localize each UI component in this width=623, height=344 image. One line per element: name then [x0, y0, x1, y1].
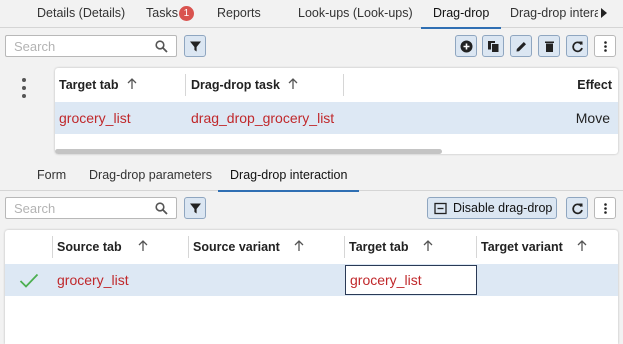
column-header-label: Target tab	[349, 240, 409, 254]
filter-button-2[interactable]	[184, 197, 206, 219]
tab-lookups[interactable]: Look-ups (Look-ups)	[298, 0, 413, 28]
refresh-button-1[interactable]	[566, 35, 588, 57]
more-options-button-2[interactable]	[594, 197, 616, 219]
edit-button[interactable]	[510, 35, 532, 57]
tab-drag-drop-interaction[interactable]: Drag-drop interac	[510, 0, 598, 28]
refresh-button-2[interactable]	[566, 197, 588, 219]
tab-details[interactable]: Details (Details)	[37, 0, 125, 28]
cell-target-tab-editor[interactable]: grocery_list	[345, 265, 477, 295]
column-divider[interactable]	[476, 236, 477, 258]
sort-up-icon	[423, 240, 432, 251]
column-divider[interactable]	[185, 74, 186, 96]
column-divider[interactable]	[52, 236, 53, 258]
search-field-2	[5, 197, 177, 219]
filter-icon	[189, 41, 201, 51]
column-header-target-tab[interactable]: Target tab	[59, 68, 137, 102]
sort-up-icon	[127, 78, 136, 89]
sort-up-icon	[294, 240, 304, 251]
add-button[interactable]	[455, 35, 477, 57]
search-field-1	[5, 35, 177, 57]
tab-tasks-label: Tasks	[146, 6, 178, 20]
drag-drop-interaction-grid: Source tab Source variant Target tab Tar…	[5, 230, 618, 344]
column-divider[interactable]	[188, 236, 189, 258]
disable-icon	[434, 202, 447, 214]
tab-reports[interactable]: Reports	[217, 0, 261, 28]
disable-drag-drop-label: Disable drag-drop	[453, 201, 553, 215]
column-header-drag-drop-task[interactable]: Drag-drop task	[191, 68, 298, 102]
cell-drag-drop-task: drag_drop_grocery_list	[191, 110, 335, 126]
search-icon[interactable]	[155, 40, 168, 53]
disable-drag-drop-button[interactable]: Disable drag-drop	[427, 197, 557, 219]
tab-drag-drop[interactable]: Drag-drop	[420, 0, 502, 29]
sort-up-icon	[288, 78, 298, 89]
tasks-count-badge: 1	[178, 6, 194, 21]
column-header-label: Target tab	[59, 78, 119, 92]
column-header-source-variant[interactable]: Source variant	[193, 230, 304, 264]
column-divider[interactable]	[343, 74, 344, 96]
drag-drop-grid: Target tab Drag-drop task Effect grocery…	[55, 68, 618, 154]
column-header-label: Target variant	[481, 240, 563, 254]
column-header-target-tab-2[interactable]: Target tab	[349, 230, 433, 264]
more-vertical-icon	[603, 202, 607, 214]
top-tab-bar: Details (Details) Tasks 1 Reports Look-up…	[0, 0, 623, 29]
column-header-label: Drag-drop task	[191, 78, 280, 92]
copy-icon	[487, 40, 499, 53]
sort-up-icon	[577, 240, 587, 251]
table-row[interactable]: grocery_list drag_drop_grocery_list Move	[55, 102, 618, 134]
search-icon[interactable]	[155, 202, 168, 215]
search-input-1[interactable]	[6, 36, 146, 56]
more-options-button-1[interactable]	[594, 35, 616, 57]
column-header-target-variant[interactable]: Target variant	[481, 230, 587, 264]
horizontal-scrollbar[interactable]	[55, 149, 442, 154]
more-vertical-icon	[603, 40, 607, 52]
column-header-effect[interactable]: Effect	[577, 68, 612, 102]
cell-source-tab: grocery_list	[57, 272, 129, 288]
column-header-label: Source tab	[57, 240, 122, 254]
checkmark-icon	[19, 273, 39, 288]
filter-icon	[189, 203, 201, 213]
tab-drag-drop-interaction-detail[interactable]: Drag-drop interaction	[217, 163, 360, 192]
refresh-icon	[571, 41, 583, 52]
tab-form[interactable]: Form	[37, 163, 66, 191]
edit-icon	[516, 41, 526, 51]
row-menu-icon[interactable]	[17, 77, 31, 99]
filter-button-1[interactable]	[184, 35, 206, 57]
copy-button[interactable]	[482, 35, 504, 57]
refresh-icon	[571, 203, 583, 214]
cell-effect: Move	[575, 110, 610, 126]
sort-up-icon	[138, 240, 148, 251]
tab-drag-drop-parameters[interactable]: Drag-drop parameters	[89, 163, 212, 191]
column-header-source-tab[interactable]: Source tab	[57, 230, 148, 264]
delete-icon	[544, 41, 554, 52]
chevron-right-icon[interactable]	[597, 6, 611, 20]
column-divider[interactable]	[344, 236, 345, 258]
add-icon	[460, 40, 472, 52]
cell-target-tab: grocery_list	[59, 110, 131, 126]
table-row[interactable]: grocery_list grocery_list	[5, 264, 618, 296]
delete-button[interactable]	[538, 35, 560, 57]
tab-tasks[interactable]: Tasks 1	[146, 0, 194, 28]
search-input-2[interactable]	[6, 198, 146, 218]
column-header-label: Source variant	[193, 240, 280, 254]
